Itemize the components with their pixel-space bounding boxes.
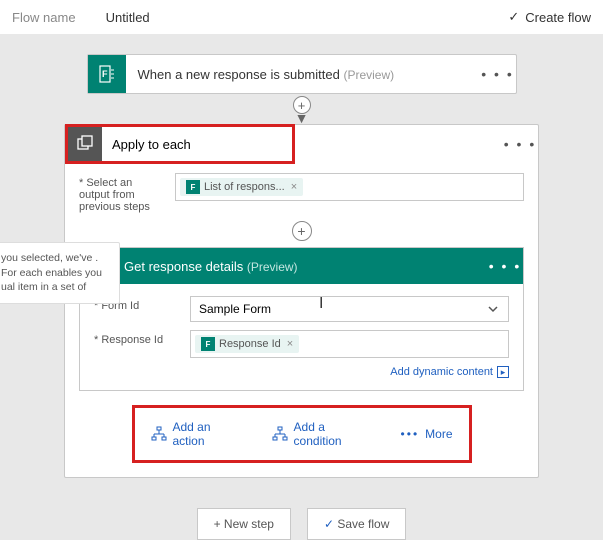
response-id-input[interactable]: F Response Id × [190, 330, 509, 358]
forms-icon: F [88, 55, 126, 93]
expand-icon: ▸ [497, 366, 509, 378]
flow-title[interactable]: Untitled [106, 10, 150, 25]
bottom-actions: + New step ✓ Save flow [0, 508, 603, 540]
add-dynamic-content-link[interactable]: Add dynamic content ▸ [94, 366, 509, 378]
new-step-button[interactable]: + New step [197, 508, 291, 540]
card-menu-button[interactable]: • • • [502, 136, 538, 152]
select-output-input[interactable]: F List of respons... × [175, 173, 524, 201]
form-id-select[interactable]: Sample Form I [190, 296, 509, 322]
apply-to-each-card: Apply to each • • • * Select an output f… [64, 124, 539, 478]
response-id-label: * Response Id [94, 330, 174, 346]
flow-icon [272, 426, 288, 442]
trigger-card[interactable]: F When a new response is submitted (Prev… [87, 54, 517, 94]
connector: + ▼ [0, 94, 603, 124]
flow-name-label: Flow name [12, 10, 76, 25]
token-list-of-responses[interactable]: F List of respons... × [180, 178, 303, 196]
add-inline-button[interactable]: + [292, 221, 312, 241]
save-icon: ✓ [324, 517, 334, 531]
get-response-details-card: F Get response details (Preview) • • • *… [79, 247, 524, 391]
apply-title: Apply to each [102, 137, 191, 152]
forms-icon: F [201, 337, 215, 351]
select-output-label: * Select an output from previous steps [79, 173, 159, 213]
flow-icon [151, 426, 167, 442]
more-link[interactable]: ••• More [401, 427, 453, 441]
create-flow-button[interactable]: ✓ Create flow [508, 9, 591, 25]
nested-header[interactable]: F Get response details (Preview) • • • [80, 248, 523, 284]
chevron-down-icon [486, 302, 500, 316]
text-cursor-icon: I [319, 295, 323, 313]
add-action-link[interactable]: Add an action [151, 420, 232, 448]
helper-tooltip: you selected, we've . For each enables y… [0, 242, 120, 304]
card-menu-button[interactable]: • • • [487, 258, 523, 274]
token-response-id[interactable]: F Response Id × [195, 335, 299, 353]
forms-icon: F [186, 180, 200, 194]
trigger-title: When a new response is submitted (Previe… [126, 67, 480, 82]
remove-token-icon[interactable]: × [289, 181, 297, 193]
checkmark-icon: ✓ [508, 9, 519, 25]
more-dots-icon: ••• [401, 427, 420, 441]
arrow-down-icon: ▼ [295, 114, 309, 122]
save-flow-button[interactable]: ✓ Save flow [307, 508, 406, 540]
svg-text:F: F [102, 69, 108, 79]
actions-highlight: Add an action Add a condition ••• More [132, 405, 472, 463]
apply-header-highlight: Apply to each [65, 124, 295, 164]
top-bar: Flow name Untitled ✓ Create flow [0, 0, 603, 34]
card-menu-button[interactable]: • • • [480, 66, 516, 82]
loop-icon [68, 127, 102, 161]
remove-token-icon[interactable]: × [285, 338, 293, 350]
add-condition-link[interactable]: Add a condition [272, 420, 361, 448]
